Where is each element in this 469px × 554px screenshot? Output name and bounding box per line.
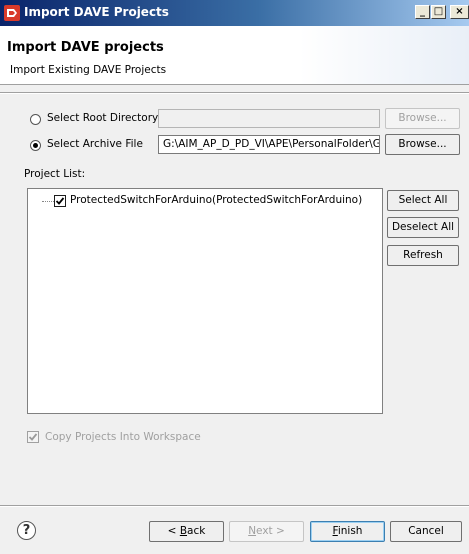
archive-file-label[interactable]: Select Archive File (47, 138, 143, 150)
project-list-label: Project List: (24, 168, 86, 180)
window-title: Import DAVE Projects (24, 5, 169, 19)
archive-file-radio[interactable] (30, 140, 41, 151)
root-directory-input[interactable] (158, 109, 380, 128)
next-button[interactable]: Next > (229, 521, 304, 542)
finish-button-label: inish (337, 525, 363, 537)
next-button-label: ext > (256, 525, 285, 537)
refresh-button[interactable]: Refresh (387, 245, 459, 266)
root-browse-button[interactable]: Browse... (385, 108, 460, 129)
import-dialog: Import DAVE Projects _ □ × Import DAVE p… (0, 0, 469, 554)
root-directory-radio[interactable] (30, 114, 41, 125)
close-icon: × (455, 6, 464, 17)
copy-workspace-label[interactable]: Copy Projects Into Workspace (45, 431, 201, 443)
finish-button[interactable]: Finish (310, 521, 385, 542)
back-button[interactable]: < Back (149, 521, 224, 542)
back-button-mnemonic: B (179, 525, 188, 537)
checkmark-icon (55, 197, 65, 205)
checkmark-icon (28, 433, 38, 441)
title-bar[interactable]: Import DAVE Projects _ □ × (0, 0, 469, 26)
maximize-icon: □ (433, 6, 444, 17)
cancel-button[interactable]: Cancel (390, 521, 462, 542)
back-button-label: ack (187, 525, 206, 537)
back-button-prefix: < (167, 525, 180, 537)
header-divider (0, 92, 469, 94)
project-name: ProtectedSwitchForArduino(ProtectedSwitc… (70, 194, 363, 206)
archive-file-input[interactable]: G:\AIM_AP_D_PD_VI\APE\PersonalFolder\Gie (158, 135, 380, 154)
deselect-all-button[interactable]: Deselect All (387, 217, 459, 238)
help-icon[interactable]: ? (17, 521, 36, 540)
maximize-button[interactable]: □ (431, 5, 446, 19)
project-tree[interactable]: ProtectedSwitchForArduino(ProtectedSwitc… (27, 188, 383, 414)
archive-browse-button[interactable]: Browse... (385, 134, 460, 155)
header-banner-gradient (299, 26, 469, 84)
minimize-icon: _ (420, 6, 425, 17)
dave-app-icon (4, 5, 20, 21)
wizard-header: Import DAVE projects Import Existing DAV… (0, 26, 469, 85)
root-directory-label[interactable]: Select Root Directory (47, 112, 158, 124)
close-button[interactable]: × (450, 5, 469, 19)
tree-connector (42, 201, 54, 202)
minimize-button[interactable]: _ (415, 5, 430, 19)
radio-selected-dot (33, 143, 38, 148)
page-description: Import Existing DAVE Projects (10, 64, 167, 76)
select-all-button[interactable]: Select All (387, 190, 459, 211)
page-title: Import DAVE projects (7, 40, 164, 55)
project-checkbox[interactable] (54, 195, 66, 207)
next-button-mnemonic: N (248, 525, 257, 537)
footer-divider (0, 505, 469, 507)
copy-workspace-checkbox[interactable] (27, 431, 39, 443)
